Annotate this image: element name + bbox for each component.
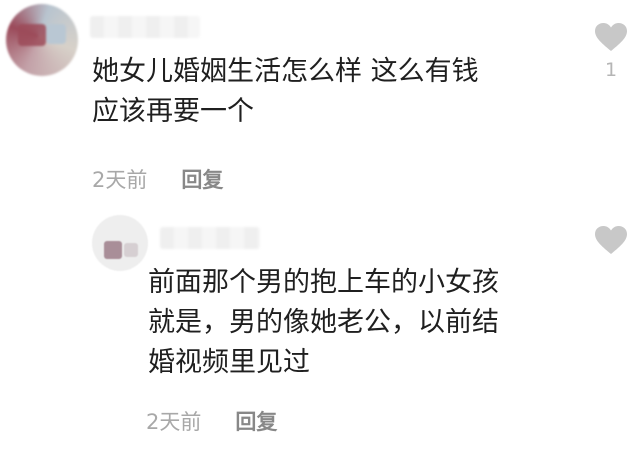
comment-text-line: 就是，男的像她老公，以前结 [148, 307, 499, 338]
like-button[interactable] [594, 225, 628, 263]
comment-text: 她女儿婚姻生活怎么样 这么有钱 应该再要一个 [92, 52, 479, 132]
heart-icon [595, 23, 627, 51]
comment-meta: 2天前 回复 [92, 167, 223, 193]
avatar[interactable] [6, 4, 78, 76]
comment-time: 2天前 [146, 410, 202, 434]
comment-text-line: 婚视频里见过 [148, 347, 310, 378]
reply-button[interactable]: 回复 [181, 167, 223, 193]
comment-item: 她女儿婚姻生活怎么样 这么有钱 应该再要一个 2天前 回复 1 [0, 0, 640, 200]
like-count: 1 [604, 59, 618, 81]
like-button[interactable]: 1 [594, 22, 628, 80]
comment-text-line: 应该再要一个 [92, 96, 254, 127]
reply-button[interactable]: 回复 [235, 409, 277, 435]
reply-comment-item: 前面那个男的抱上车的小女孩 就是，男的像她老公，以前结 婚视频里见过 2天前 回… [0, 205, 640, 455]
username-blurred[interactable] [160, 227, 260, 249]
comment-time: 2天前 [92, 168, 148, 192]
comment-text: 前面那个男的抱上车的小女孩 就是，男的像她老公，以前结 婚视频里见过 [148, 263, 499, 383]
comment-text-line: 她女儿婚姻生活怎么样 这么有钱 [92, 56, 479, 87]
comment-text-line: 前面那个男的抱上车的小女孩 [148, 267, 499, 298]
heart-icon [595, 226, 627, 254]
comment-meta: 2天前 回复 [146, 409, 277, 435]
username-blurred[interactable] [90, 16, 200, 38]
avatar[interactable] [92, 215, 148, 271]
